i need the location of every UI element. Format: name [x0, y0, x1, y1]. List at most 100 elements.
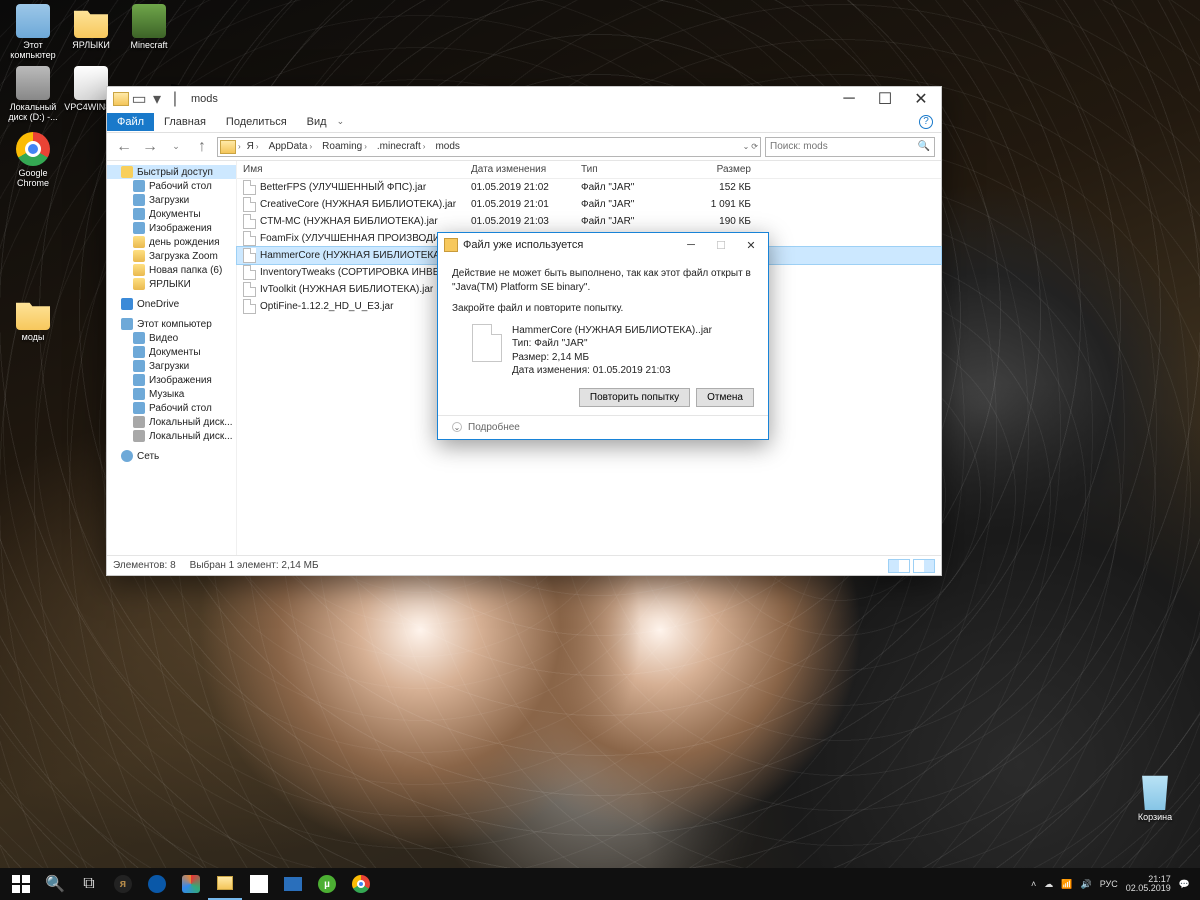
cancel-button[interactable]: Отмена — [696, 388, 754, 407]
ribbon-tab-home[interactable]: Главная — [154, 113, 216, 131]
nav-forward-button[interactable]: → — [139, 136, 161, 158]
sidebar-item[interactable]: Изображения — [107, 373, 236, 387]
sidebar-item[interactable]: Локальный диск... — [107, 415, 236, 429]
column-header-date[interactable]: Дата изменения — [471, 164, 581, 175]
ribbon-tab-share[interactable]: Поделиться — [216, 113, 297, 131]
taskbar-yandex[interactable]: я — [106, 868, 140, 900]
sidebar-item[interactable]: Загрузки — [107, 359, 236, 373]
sidebar-item[interactable]: Музыка — [107, 387, 236, 401]
addr-dropdown-icon[interactable]: ⌄ — [743, 142, 750, 151]
explorer-titlebar[interactable]: ▭ ▾ | mods ─ ☐ ✕ — [107, 87, 941, 111]
tray-language[interactable]: РУС — [1100, 879, 1118, 889]
search-box[interactable]: 🔍 — [765, 137, 935, 157]
tray-onedrive-icon[interactable]: ☁ — [1044, 879, 1053, 890]
sidebar-item[interactable]: Рабочий стол — [107, 401, 236, 415]
sidebar-item[interactable]: Видео — [107, 331, 236, 345]
sidebar-quick-access[interactable]: Быстрый доступ — [107, 165, 236, 179]
sidebar-item[interactable]: Загрузки — [107, 193, 236, 207]
search-icon: 🔍 — [918, 141, 930, 152]
desktop-icon-shortcuts[interactable]: ЯРЛЫКИ — [64, 4, 118, 60]
address-bar[interactable]: › Я› AppData› Roaming› .minecraft› mods … — [217, 137, 761, 157]
system-tray[interactable]: ˄ ☁ 📶 🔊 РУС 21:1702.05.2019 💬 — [1031, 875, 1196, 894]
sidebar-network[interactable]: Сеть — [107, 449, 236, 463]
file-row[interactable]: CTM-MC (НУЖНАЯ БИБЛИОТЕКА).jar01.05.2019… — [237, 213, 941, 230]
start-button[interactable] — [4, 868, 38, 900]
tray-volume-icon[interactable]: 🔊 — [1080, 879, 1091, 890]
column-header-type[interactable]: Тип — [581, 164, 681, 175]
column-header-size[interactable]: Размер — [681, 164, 761, 175]
file-icon — [243, 299, 256, 314]
nav-up-button[interactable]: ↑ — [191, 136, 213, 158]
tray-clock[interactable]: 21:1702.05.2019 — [1126, 875, 1171, 894]
explorer-ribbon: Файл Главная Поделиться Вид ⌄ ? — [107, 111, 941, 133]
sidebar-item[interactable]: Локальный диск... — [107, 429, 236, 443]
ribbon-tab-file[interactable]: Файл — [107, 113, 154, 131]
dialog-close-button[interactable]: ✕ — [736, 234, 766, 256]
taskbar-explorer[interactable] — [208, 868, 242, 900]
breadcrumb-seg[interactable]: Roaming› — [318, 140, 371, 153]
explorer-sidebar[interactable]: Быстрый доступ Рабочий стол Загрузки Док… — [107, 161, 237, 555]
sidebar-item[interactable]: Изображения — [107, 221, 236, 235]
file-row[interactable]: CreativeCore (НУЖНАЯ БИБЛИОТЕКА).jar01.0… — [237, 196, 941, 213]
sidebar-item[interactable]: Документы — [107, 345, 236, 359]
qat-new-folder-icon[interactable]: ▾ — [149, 91, 165, 107]
dialog-title: Файл уже используется — [463, 239, 583, 251]
file-icon — [243, 248, 256, 263]
view-details-button[interactable] — [888, 559, 910, 573]
sidebar-item[interactable]: Документы — [107, 207, 236, 221]
taskbar[interactable]: 🔍 ⧉ я µ ˄ ☁ 📶 🔊 РУС 21:1702.05.2019 💬 — [0, 868, 1200, 900]
breadcrumb-seg[interactable]: .minecraft› — [373, 140, 430, 153]
desktop-icon-this-pc[interactable]: Этот компьютер — [6, 4, 60, 60]
task-view-button[interactable]: ⧉ — [72, 868, 106, 900]
ribbon-collapse-icon[interactable]: ⌄ — [337, 116, 345, 127]
desktop-icon-chrome[interactable]: Google Chrome — [6, 132, 60, 188]
breadcrumb-seg[interactable]: mods — [431, 140, 463, 153]
sidebar-this-pc[interactable]: Этот компьютер — [107, 317, 236, 331]
sidebar-item[interactable]: ЯРЛЫКИ — [107, 277, 236, 291]
file-row[interactable]: BetterFPS (УЛУЧШЕННЫЙ ФПС).jar01.05.2019… — [237, 179, 941, 196]
tray-network-icon[interactable]: 📶 — [1061, 879, 1072, 890]
sidebar-onedrive[interactable]: OneDrive — [107, 297, 236, 311]
taskbar-store[interactable] — [242, 868, 276, 900]
close-button[interactable]: ✕ — [903, 87, 939, 111]
minimize-button[interactable]: ─ — [831, 87, 867, 111]
sidebar-item[interactable]: Рабочий стол — [107, 179, 236, 193]
desktop-icon-mods[interactable]: моды — [6, 296, 60, 342]
desktop-icon-trash[interactable]: Корзина — [1128, 772, 1182, 822]
taskbar-utorrent[interactable]: µ — [310, 868, 344, 900]
breadcrumb-seg[interactable]: Я› — [243, 140, 263, 153]
taskbar-chrome[interactable] — [344, 868, 378, 900]
nav-history-button[interactable]: ⌄ — [165, 136, 187, 158]
taskbar-edge[interactable] — [140, 868, 174, 900]
desktop-icon-local-disk-d[interactable]: Локальный диск (D:) -... — [6, 66, 60, 122]
sidebar-item[interactable]: Новая папка (6) — [107, 263, 236, 277]
nav-back-button[interactable]: ← — [113, 136, 135, 158]
retry-button[interactable]: Повторить попытку — [579, 388, 690, 407]
action-center-icon[interactable]: 💬 — [1179, 879, 1190, 890]
taskbar-mail[interactable] — [276, 868, 310, 900]
column-headers[interactable]: Имя Дата изменения Тип Размер — [237, 161, 941, 179]
sidebar-item[interactable]: день рождения — [107, 235, 236, 249]
dialog-minimize-button[interactable]: ─ — [676, 234, 706, 256]
column-header-name[interactable]: Имя — [243, 164, 471, 175]
desktop-icon-minecraft[interactable]: Minecraft — [122, 4, 176, 60]
dialog-maximize-button[interactable]: ☐ — [706, 234, 736, 256]
ribbon-tab-view[interactable]: Вид — [297, 113, 337, 131]
dialog-file-date: Дата изменения: 01.05.2019 21:03 — [512, 364, 712, 378]
dialog-titlebar[interactable]: Файл уже используется ─ ☐ ✕ — [438, 233, 768, 257]
explorer-navbar: ← → ⌄ ↑ › Я› AppData› Roaming› .minecraf… — [107, 133, 941, 161]
sidebar-item[interactable]: Загрузка Zoom — [107, 249, 236, 263]
help-icon[interactable]: ? — [919, 115, 933, 129]
qat-properties-icon[interactable]: ▭ — [131, 91, 147, 107]
maximize-button[interactable]: ☐ — [867, 87, 903, 111]
addr-refresh-icon[interactable]: ⟳ — [751, 142, 758, 151]
dialog-more-details[interactable]: ⌄ Подробнее — [438, 415, 768, 439]
breadcrumb-seg[interactable]: AppData› — [265, 140, 317, 153]
taskbar-search-icon[interactable]: 🔍 — [38, 868, 72, 900]
tray-chevron-up-icon[interactable]: ˄ — [1031, 879, 1036, 889]
search-input[interactable] — [770, 141, 918, 152]
taskbar-app1[interactable] — [174, 868, 208, 900]
view-large-button[interactable] — [913, 559, 935, 573]
dialog-message-1: Действие не может быть выполнено, так ка… — [452, 267, 754, 294]
chevron-down-icon: ⌄ — [452, 422, 462, 432]
